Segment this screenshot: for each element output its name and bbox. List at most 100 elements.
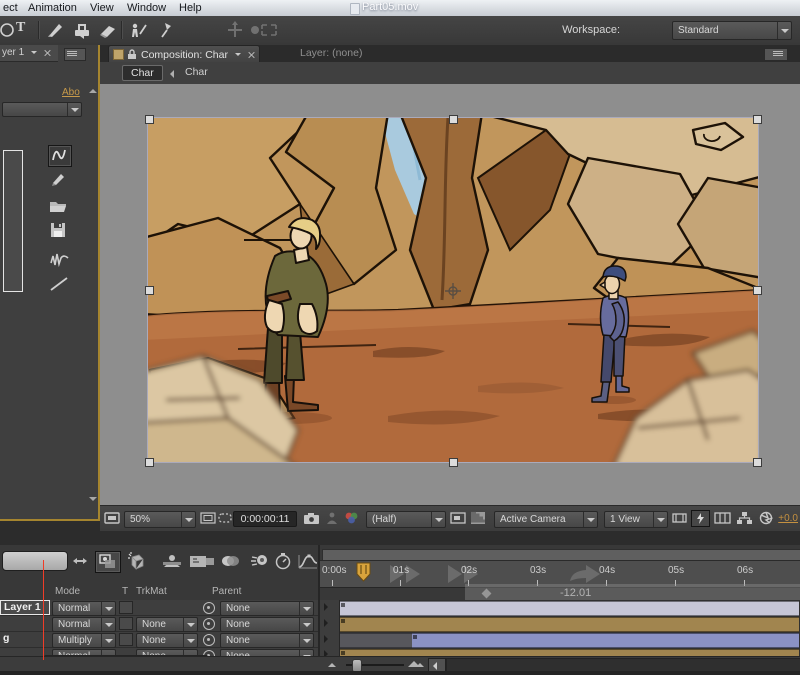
- motion-blur-icon[interactable]: [248, 551, 272, 571]
- clone-stamp-tool-icon[interactable]: [71, 20, 93, 40]
- trkmat-dropdown[interactable]: None: [136, 633, 198, 648]
- expand-icon[interactable]: [324, 619, 328, 627]
- tab-layer[interactable]: Layer: (none): [300, 47, 362, 59]
- mode-dropdown[interactable]: Multiply: [52, 633, 116, 648]
- pickwhip-icon[interactable]: [203, 618, 215, 630]
- selection-handle-top-center[interactable]: [449, 115, 458, 124]
- parent-dropdown[interactable]: None: [220, 633, 314, 648]
- frame-blending-icon[interactable]: [218, 551, 242, 571]
- chevron-down-icon[interactable]: [31, 51, 37, 54]
- parent-dropdown[interactable]: None: [220, 601, 314, 616]
- snapshot-camera-icon[interactable]: [303, 511, 320, 526]
- open-folder-icon[interactable]: [48, 197, 70, 217]
- wiggle-tool-icon[interactable]: [48, 251, 70, 271]
- layer-name[interactable]: g: [0, 632, 12, 645]
- layer-bar-3[interactable]: [412, 633, 799, 648]
- chevron-down-icon[interactable]: [235, 53, 241, 56]
- pickwhip-icon[interactable]: [203, 602, 215, 614]
- menu-item-animation[interactable]: Animation: [28, 1, 77, 15]
- hide-shy-layers-icon[interactable]: [188, 551, 216, 571]
- mode-dropdown[interactable]: Normal: [52, 601, 116, 616]
- menu-item-help[interactable]: Help: [179, 1, 202, 15]
- shutter-icon[interactable]: [758, 511, 775, 526]
- comp-mini-flowchart-icon[interactable]: [95, 551, 121, 573]
- monitor-icon[interactable]: [104, 511, 121, 526]
- type-tool-icon[interactable]: T: [16, 20, 38, 40]
- composition-viewport[interactable]: [100, 84, 800, 505]
- timecode-display[interactable]: 0:00:00:11: [233, 511, 297, 527]
- auto-keyframe-icon[interactable]: [273, 551, 293, 571]
- layer-bar-2[interactable]: [340, 617, 799, 632]
- transparency-grid-icon[interactable]: [470, 511, 487, 526]
- layer-row-3[interactable]: g Multiply None None: [0, 632, 318, 648]
- layer-row-1[interactable]: Layer 1 Normal None: [0, 600, 318, 616]
- live-update-icon[interactable]: [124, 551, 148, 571]
- column-header-t[interactable]: T: [122, 586, 128, 597]
- workspace-dropdown[interactable]: Standard: [672, 21, 792, 40]
- show-snapshot-icon[interactable]: [325, 511, 342, 526]
- view-camera-dropdown[interactable]: Active Camera: [494, 511, 598, 528]
- selection-handle-bottom-center[interactable]: [449, 458, 458, 467]
- left-panel-tab[interactable]: yer 1: [0, 45, 58, 62]
- menu-item-view[interactable]: View: [90, 1, 114, 15]
- left-panel-dropdown[interactable]: [2, 102, 82, 117]
- draft-3d-icon[interactable]: [160, 551, 184, 571]
- breadcrumb-parent[interactable]: Char: [185, 66, 208, 78]
- region-of-interest-icon[interactable]: [450, 511, 467, 526]
- selection-handle-top-right[interactable]: [753, 115, 762, 124]
- channels-icon[interactable]: [343, 511, 360, 526]
- pencil-tool-icon[interactable]: [48, 169, 70, 189]
- column-header-mode[interactable]: Mode: [55, 586, 80, 597]
- selection-handle-bottom-left[interactable]: [145, 458, 154, 467]
- menu-item-window[interactable]: Window: [127, 1, 166, 15]
- resolution-dropdown[interactable]: (Half): [366, 511, 446, 528]
- selection-handle-top-left[interactable]: [145, 115, 154, 124]
- close-icon[interactable]: [248, 51, 255, 58]
- column-header-trkmat[interactable]: TrkMat: [136, 586, 167, 597]
- preserve-transparency-checkbox[interactable]: [119, 617, 133, 630]
- scroll-up-icon[interactable]: [89, 89, 97, 93]
- column-header-parent[interactable]: Parent: [212, 586, 241, 597]
- panel-menu-icon[interactable]: [764, 48, 788, 61]
- graph-editor-icon[interactable]: [296, 551, 320, 571]
- selection-handle-bottom-right[interactable]: [753, 458, 762, 467]
- panel-menu-icon[interactable]: [64, 48, 86, 61]
- line-tool-icon[interactable]: [48, 275, 70, 295]
- layer-row-2[interactable]: Normal None None: [0, 616, 318, 632]
- timeline-button-icon[interactable]: [714, 511, 731, 526]
- current-time-indicator[interactable]: [356, 562, 371, 582]
- fast-preview-icon[interactable]: [691, 510, 710, 527]
- save-icon[interactable]: [48, 221, 70, 241]
- trkmat-dropdown[interactable]: None: [136, 617, 198, 632]
- exposure-value[interactable]: +0.0: [778, 513, 798, 524]
- layer-bar-1[interactable]: [340, 601, 799, 616]
- expand-icon[interactable]: [324, 635, 328, 643]
- close-icon[interactable]: [44, 49, 51, 56]
- scroll-down-icon[interactable]: [89, 497, 97, 501]
- zoom-out-icon[interactable]: [328, 663, 336, 667]
- brush-tool-icon[interactable]: [45, 20, 67, 40]
- expand-icon[interactable]: [324, 603, 328, 611]
- tab-composition[interactable]: Composition: Char: [108, 45, 260, 63]
- shape-tool-icon[interactable]: [0, 20, 14, 40]
- preserve-transparency-checkbox[interactable]: [119, 633, 133, 646]
- curve-tool-icon[interactable]: [48, 145, 72, 167]
- about-link[interactable]: Abo: [62, 87, 80, 98]
- puppet-pin-tool-icon[interactable]: [155, 20, 177, 40]
- composition-image[interactable]: [148, 118, 758, 462]
- comp-flowchart-icon[interactable]: [736, 511, 753, 526]
- parent-dropdown[interactable]: None: [220, 617, 314, 632]
- selection-handle-mid-left[interactable]: [145, 286, 154, 295]
- safe-zones-icon[interactable]: [200, 511, 217, 526]
- mask-visibility-icon[interactable]: [217, 511, 234, 526]
- selection-handle-mid-right[interactable]: [753, 286, 762, 295]
- parent-link-icon[interactable]: [70, 551, 90, 571]
- pixel-aspect-icon[interactable]: [672, 511, 689, 526]
- eraser-tool-icon[interactable]: [97, 20, 119, 40]
- pickwhip-icon[interactable]: [203, 634, 215, 646]
- preserve-transparency-checkbox[interactable]: [119, 601, 133, 614]
- magnification-dropdown[interactable]: 50%: [124, 511, 196, 528]
- roto-brush-tool-icon[interactable]: [127, 20, 149, 40]
- menu-item-project[interactable]: ect: [3, 1, 18, 15]
- timeline-search-field[interactable]: [2, 551, 68, 571]
